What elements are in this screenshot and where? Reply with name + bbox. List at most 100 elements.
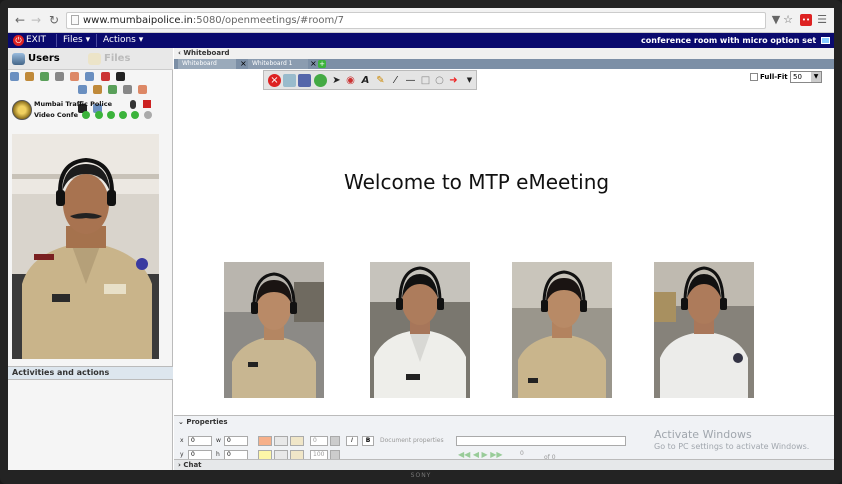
actions-menu[interactable]: Actions ▾ — [96, 34, 149, 47]
edit-icon[interactable] — [138, 85, 148, 94]
ellipse-icon[interactable]: ○ — [433, 74, 446, 87]
filter-icon[interactable]: ▼ — [770, 14, 782, 26]
url-path: :5080/openmeetings/#room/7 — [192, 15, 344, 26]
reload-icon[interactable]: ↻ — [48, 14, 60, 26]
star-icon[interactable]: ☆ — [782, 14, 794, 26]
user-settings-icon[interactable] — [85, 72, 95, 81]
welcome-text: Welcome to MTP eMeeting — [344, 170, 610, 194]
italic-button[interactable]: I — [346, 436, 358, 446]
x-label: x — [180, 437, 184, 444]
tab-files-label: Files — [104, 53, 131, 64]
fullfit-label: Full-Fit — [760, 73, 788, 81]
screen-share-icon[interactable] — [55, 72, 65, 81]
forward-arrow-icon[interactable]: → — [30, 14, 42, 26]
address-bar[interactable]: www.mumbaipolice.in:5080/openmeetings/#r… — [66, 12, 766, 29]
chat-bar[interactable]: › Chat — [174, 459, 834, 470]
pencil-icon[interactable] — [93, 85, 103, 94]
users-icon — [12, 53, 25, 65]
clear-icon[interactable]: × — [268, 74, 281, 87]
extension-icon[interactable]: •• — [800, 14, 812, 26]
room-title-text: conference room with micro option set — [641, 36, 817, 45]
left-tabs: Users Files — [8, 48, 173, 70]
text-icon[interactable]: A — [359, 74, 372, 87]
select-icon[interactable]: ◉ — [344, 74, 357, 87]
user-video-image — [12, 134, 159, 359]
check-icon[interactable] — [131, 111, 140, 119]
refresh-icon[interactable] — [314, 74, 327, 87]
bold-button[interactable]: B — [362, 436, 374, 446]
chat-label: Chat — [183, 461, 202, 469]
remove-user-icon[interactable] — [142, 100, 151, 108]
user-video — [12, 134, 159, 359]
chevron-down-icon: ▾ — [85, 35, 91, 45]
add-tab-icon[interactable]: + — [318, 60, 326, 68]
user-status-row: Video Confe — [34, 110, 152, 120]
microphone-icon[interactable] — [130, 99, 137, 109]
user-role-text: Video Confe — [34, 111, 79, 119]
mute-all-icon[interactable] — [100, 72, 110, 81]
check-icon[interactable] — [119, 111, 128, 119]
save-icon[interactable] — [298, 74, 311, 87]
microphone-icon[interactable] — [115, 72, 125, 81]
check-icon[interactable] — [106, 111, 115, 119]
url-domain: www.mumbaipolice.in — [83, 15, 193, 26]
files-menu-label: Files — [63, 35, 83, 45]
back-arrow-icon[interactable]: ← — [14, 14, 26, 26]
whiteboard-access-icon[interactable] — [70, 72, 80, 81]
line-color-swatch[interactable] — [258, 436, 272, 446]
document-properties-field[interactable] — [456, 436, 626, 446]
close-icon[interactable]: × — [240, 59, 247, 69]
participant-photo — [224, 262, 324, 398]
fullfit-toggle[interactable]: Full-Fit — [750, 71, 788, 83]
font-size-field[interactable]: 0 — [310, 436, 328, 446]
check-icon[interactable] — [143, 111, 152, 119]
check-icon[interactable] — [94, 111, 103, 119]
avatar — [12, 100, 32, 120]
whiteboard-header-label: Whiteboard — [183, 49, 230, 57]
line-color-toggle[interactable] — [274, 436, 288, 446]
tab-users-label: Users — [28, 53, 60, 64]
room-title: conference room with micro option set — [641, 34, 830, 47]
rectangle-icon[interactable]: □ — [419, 74, 432, 87]
fullfit-checkbox[interactable] — [750, 73, 758, 81]
activate-title: Activate Windows — [654, 428, 752, 441]
w-field[interactable]: 0 — [224, 436, 248, 446]
properties-header[interactable]: ⌄ Properties — [178, 417, 228, 427]
monitor-brand-logo: SONY — [410, 472, 432, 479]
check-icon[interactable] — [82, 111, 91, 119]
tab-files[interactable]: Files — [86, 50, 130, 68]
tab-whiteboard-1[interactable]: Whiteboard 1 — [248, 59, 308, 69]
zoom-value: 50 — [793, 73, 802, 81]
pointer-icon[interactable]: ➤ — [330, 74, 343, 87]
whiteboard-toolbar: × ➤ ◉ A ✎ ⁄ — □ ○ ➜ ▼ — [263, 70, 477, 90]
close-icon[interactable]: × — [310, 59, 317, 69]
exit-button[interactable]: ⏻ EXIT — [12, 34, 52, 47]
arrow-icon[interactable]: ➜ — [447, 74, 460, 87]
share-icon[interactable] — [108, 85, 118, 94]
monitor-icon — [821, 37, 830, 44]
underline-icon[interactable]: — — [404, 74, 417, 87]
activities-header[interactable]: Activities and actions — [8, 366, 173, 380]
whiteboard-header[interactable]: ‹ Whiteboard — [174, 48, 834, 59]
tab-whiteboard[interactable]: Whiteboard — [178, 59, 236, 69]
user-name[interactable]: Mumbai Traffic Police — [34, 99, 151, 109]
files-menu[interactable]: Files ▾ — [56, 34, 96, 47]
camera-icon[interactable] — [123, 85, 133, 94]
zoom-select[interactable]: 50 ▼ — [790, 71, 822, 83]
chevron-down-icon[interactable]: ▼ — [463, 74, 476, 87]
whiteboard-canvas[interactable]: Welcome to MTP eMeeting — [174, 90, 834, 415]
add-user-icon[interactable] — [10, 72, 19, 81]
page-number: 0 — [520, 450, 524, 457]
open-file-icon[interactable] — [283, 74, 296, 87]
pen-icon[interactable]: ✎ — [374, 74, 387, 87]
user-group-icon[interactable] — [25, 72, 35, 81]
folder-icon[interactable] — [290, 436, 304, 446]
tab-users[interactable]: Users — [10, 50, 60, 68]
menu-icon[interactable]: ☰ — [816, 14, 828, 26]
power-icon: ⏻ — [13, 35, 24, 46]
x-field[interactable]: 0 — [188, 436, 212, 446]
moderator-icon[interactable] — [40, 72, 50, 81]
user-icon[interactable] — [78, 85, 87, 94]
chevron-down-icon[interactable] — [330, 436, 340, 446]
line-icon[interactable]: ⁄ — [389, 74, 402, 87]
